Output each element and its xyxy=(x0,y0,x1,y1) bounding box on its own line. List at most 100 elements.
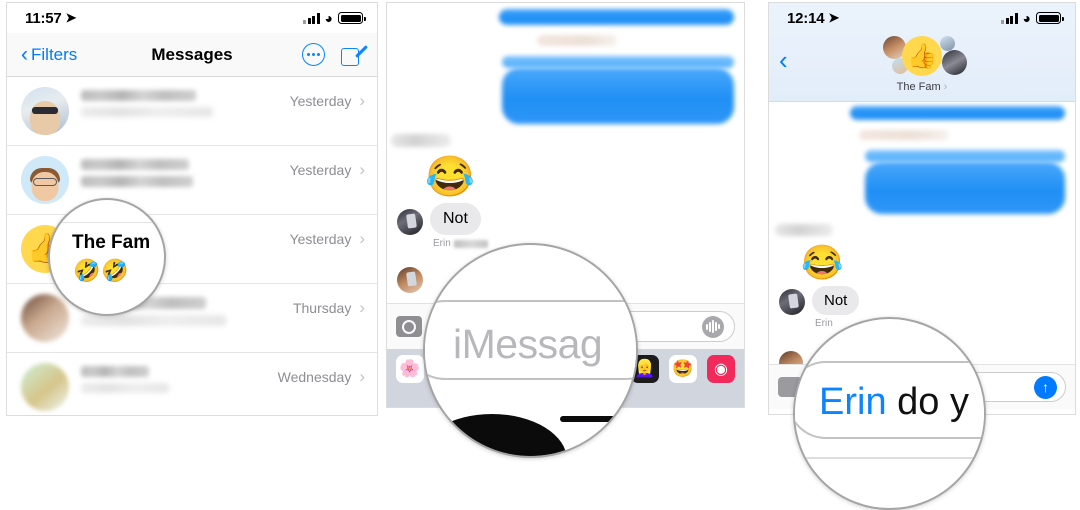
music-app-icon[interactable]: ◉ xyxy=(707,355,735,383)
group-name: The Fam xyxy=(896,81,941,93)
divider xyxy=(50,222,164,223)
chevron-right-icon: › xyxy=(359,160,365,179)
outgoing-bubble xyxy=(502,68,734,124)
location-arrow-icon: ➤ xyxy=(65,10,77,25)
emoji-reaction: 😂 xyxy=(425,155,475,199)
sender-name: Erin xyxy=(815,318,833,329)
group-header: ‹ 👍 The Fam › xyxy=(769,33,1075,102)
magnified-conversation-name: The Fam xyxy=(72,232,151,253)
row-preview xyxy=(81,156,290,193)
outgoing-bubble xyxy=(865,162,1065,214)
outgoing-bubble xyxy=(850,106,1065,120)
outgoing-bubble xyxy=(502,56,734,68)
audio-waveform-icon[interactable] xyxy=(702,315,724,338)
magnified-home-bar xyxy=(560,416,626,422)
chevron-right-icon: › xyxy=(359,229,365,248)
row-date: Yesterday xyxy=(289,231,352,247)
photos-app-icon[interactable]: 🌸 xyxy=(396,355,424,383)
status-indicators: ◕ xyxy=(1001,10,1064,26)
redacted-preview xyxy=(81,383,169,393)
redacted-name xyxy=(81,159,189,170)
sender-label-row: Erin xyxy=(433,238,734,249)
chevron-left-icon[interactable]: ‹ xyxy=(779,33,788,73)
member-avatar xyxy=(940,36,955,51)
blurred-avatar xyxy=(21,294,69,342)
redacted-preview xyxy=(81,107,213,117)
more-circle-icon[interactable] xyxy=(302,43,325,66)
table-row[interactable]: Yesterday › xyxy=(7,146,377,215)
redacted-text xyxy=(537,35,617,46)
table-row[interactable]: Yesterday › xyxy=(7,77,377,146)
row-meta: Thursday › xyxy=(293,294,365,318)
photo-avatar xyxy=(21,87,69,135)
member-avatar xyxy=(942,50,967,75)
sender-avatar xyxy=(397,267,423,293)
filters-label: Filters xyxy=(31,44,78,64)
cellular-bars-icon xyxy=(303,12,320,24)
status-time-group: 12:14 ➤ xyxy=(787,10,839,27)
incoming-bubble: Not xyxy=(430,203,481,235)
redacted-text xyxy=(775,224,833,236)
magnified-home-shape xyxy=(425,414,567,456)
magnified-mention: Erin xyxy=(819,381,887,423)
magnifier-the-fam: The Fam 🤣🤣 xyxy=(48,198,166,316)
status-time: 12:14 xyxy=(787,9,825,27)
status-bar: 12:14 ➤ ◕ xyxy=(769,3,1075,33)
table-row[interactable]: Wednesday › xyxy=(7,353,377,415)
group-identity[interactable]: 👍 The Fam › xyxy=(879,35,967,93)
status-indicators: ◕ xyxy=(303,10,366,26)
wifi-icon: ◕ xyxy=(324,10,333,26)
sender-avatar xyxy=(397,209,423,235)
magnified-text: Erin do y xyxy=(819,381,969,424)
row-preview xyxy=(81,87,290,123)
redacted-name xyxy=(81,366,149,377)
row-meta: Yesterday › xyxy=(290,87,365,111)
row-meta: Yesterday › xyxy=(290,225,365,249)
chevron-left-icon: ‹ xyxy=(21,43,28,66)
location-arrow-icon: ➤ xyxy=(828,10,840,25)
chevron-right-icon: › xyxy=(359,367,365,386)
redacted-preview xyxy=(81,176,193,187)
status-time: 11:57 xyxy=(25,9,62,27)
redacted-preview xyxy=(81,315,226,326)
emoji-reaction: 😂 xyxy=(801,244,844,282)
incoming-message-row: Not xyxy=(779,286,1065,315)
group-nav: ‹ 👍 The Fam › xyxy=(779,33,1065,95)
blurred-avatar xyxy=(21,363,69,411)
outgoing-bubble xyxy=(865,150,1065,162)
chevron-right-icon: › xyxy=(943,81,948,93)
incoming-message-row: Not xyxy=(397,203,734,235)
cellular-bars-icon xyxy=(1001,12,1018,24)
outgoing-bubble xyxy=(499,9,734,25)
sender-avatar xyxy=(779,351,803,364)
status-bar: 11:57 ➤ ◕ xyxy=(7,3,377,33)
group-main-avatar: 👍 xyxy=(902,36,942,76)
sender-name: Erin xyxy=(433,238,451,249)
group-name-row: The Fam › xyxy=(897,81,948,93)
row-preview xyxy=(81,363,278,399)
magnified-rest: do y xyxy=(886,381,969,423)
magnifier-imessage-field: iMessag xyxy=(423,243,638,458)
navigation-bar: ‹ Filters Messages xyxy=(7,33,377,77)
compose-icon[interactable] xyxy=(341,44,368,66)
row-date: Wednesday xyxy=(277,369,352,385)
memoji-light-app-icon[interactable]: 🤩 xyxy=(669,355,697,383)
camera-icon[interactable] xyxy=(396,316,422,337)
redacted-sender-rest xyxy=(453,239,488,248)
magnified-placeholder: iMessag xyxy=(453,321,603,367)
filters-back-button[interactable]: ‹ Filters xyxy=(21,44,77,65)
redacted-text xyxy=(859,130,949,140)
messages-list-panel: 11:57 ➤ ◕ ‹ Filters Messages Yesterday ›… xyxy=(6,2,378,416)
status-time-group: 11:57 ➤ xyxy=(25,10,76,27)
row-date: Yesterday xyxy=(289,162,352,178)
nav-actions xyxy=(302,43,368,66)
sender-avatar xyxy=(779,289,805,315)
row-meta: Yesterday › xyxy=(290,156,365,180)
redacted-text xyxy=(391,134,451,147)
redacted-name xyxy=(81,90,196,101)
magnifier-typed-message: Erin do y xyxy=(793,317,986,510)
wifi-icon: ◕ xyxy=(1022,10,1031,26)
send-button[interactable]: ↑ xyxy=(1034,375,1057,399)
battery-icon xyxy=(338,12,366,24)
incoming-bubble: Not xyxy=(812,286,860,315)
